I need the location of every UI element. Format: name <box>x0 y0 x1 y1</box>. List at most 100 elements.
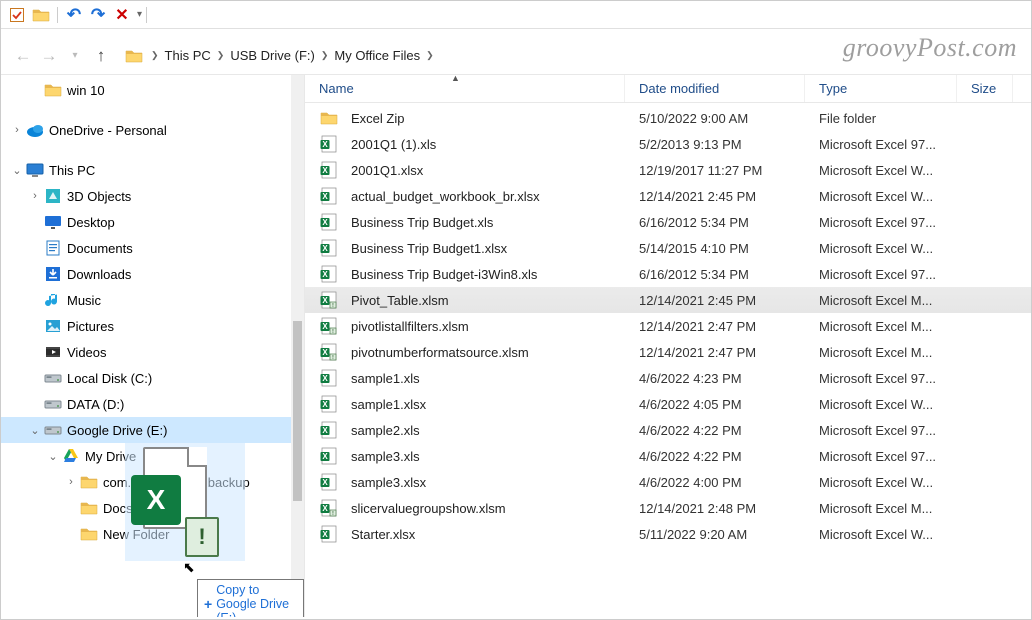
breadcrumb-item[interactable]: USB Drive (F:) <box>230 48 315 63</box>
file-name: sample3.xlsx <box>351 475 426 490</box>
tree-expander-icon[interactable]: › <box>27 190 43 202</box>
xlsm-icon <box>319 290 339 310</box>
breadcrumb-chevron-icon[interactable]: ❯ <box>321 50 329 61</box>
tree-expander-icon[interactable]: ⌄ <box>9 164 25 177</box>
breadcrumb-chevron-icon[interactable]: ❯ <box>217 50 225 61</box>
file-date-cell: 6/16/2012 5:34 PM <box>625 267 805 282</box>
nav-scrollbar[interactable] <box>291 75 304 617</box>
xls-icon <box>319 446 339 466</box>
tree-item[interactable]: Music <box>1 287 291 313</box>
tree-item-label: Downloads <box>67 267 131 282</box>
breadcrumb-item[interactable]: This PC <box>165 48 211 63</box>
tree-item[interactable]: Pictures <box>1 313 291 339</box>
folder-icon[interactable] <box>31 5 51 25</box>
breadcrumb-bar[interactable]: ❯ This PC ❯ USB Drive (F:) ❯ My Office F… <box>119 43 1021 69</box>
tree-item-label: Videos <box>67 345 107 360</box>
file-name: sample1.xlsx <box>351 397 426 412</box>
file-row[interactable]: sample1.xls4/6/2022 4:23 PMMicrosoft Exc… <box>305 365 1031 391</box>
tree-item-label: win 10 <box>67 83 105 98</box>
column-header-date[interactable]: Date modified <box>625 75 805 102</box>
breadcrumb-chevron-icon[interactable]: ❯ <box>426 50 434 61</box>
drive-icon <box>43 368 63 388</box>
column-header-type[interactable]: Type <box>805 75 957 102</box>
file-name: sample3.xls <box>351 449 420 464</box>
tree-item[interactable]: ⌄This PC <box>1 157 291 183</box>
file-row[interactable]: Starter.xlsx5/11/2022 9:20 AMMicrosoft E… <box>305 521 1031 547</box>
tree-item[interactable]: ⌄Google Drive (E:) <box>1 417 291 443</box>
tree-item[interactable]: › OneDrive - Personal <box>1 117 291 143</box>
breadcrumb-item[interactable]: My Office Files <box>334 48 420 63</box>
delete-button[interactable]: ✕ <box>112 5 132 25</box>
file-row[interactable]: Excel Zip5/10/2022 9:00 AMFile folder <box>305 105 1031 131</box>
file-name-cell: actual_budget_workbook_br.xlsx <box>305 186 625 206</box>
file-row[interactable]: Business Trip Budget1.xlsx5/14/2015 4:10… <box>305 235 1031 261</box>
tree-expander-icon[interactable]: ⌄ <box>27 424 43 437</box>
tree-item[interactable]: ⌄My Drive <box>1 443 291 469</box>
customize-toolbar-chevron[interactable]: ▾ <box>137 9 142 20</box>
plus-icon: + <box>204 596 212 612</box>
file-name-cell: Business Trip Budget.xls <box>305 212 625 232</box>
breadcrumb-chevron-icon[interactable]: ❯ <box>151 50 159 61</box>
file-name: Excel Zip <box>351 111 404 126</box>
file-type-cell: Microsoft Excel W... <box>805 241 957 256</box>
file-type-cell: Microsoft Excel W... <box>805 527 957 542</box>
tree-expander-icon[interactable]: › <box>9 124 25 136</box>
nav-up-button[interactable]: ↑ <box>89 44 113 68</box>
file-name: sample1.xls <box>351 371 420 386</box>
file-row[interactable]: pivotnumberformatsource.xlsm12/14/2021 2… <box>305 339 1031 365</box>
tree-expander-icon[interactable]: ⌄ <box>45 450 61 463</box>
sort-indicator-icon: ▲ <box>451 75 460 83</box>
file-row[interactable]: Business Trip Budget-i3Win8.xls6/16/2012… <box>305 261 1031 287</box>
tree-item-label: OneDrive - Personal <box>49 123 167 138</box>
tree-item[interactable]: New Folder <box>1 521 291 547</box>
tree-item[interactable]: Local Disk (C:) <box>1 365 291 391</box>
tree-item[interactable]: win 10 <box>1 77 291 103</box>
tree-item[interactable]: Docs <box>1 495 291 521</box>
file-name: pivotnumberformatsource.xlsm <box>351 345 529 360</box>
tree-item[interactable]: ›com.koushikdutta.backup <box>1 469 291 495</box>
undo-button[interactable]: ↶ <box>64 5 84 25</box>
file-row[interactable]: Business Trip Budget.xls6/16/2012 5:34 P… <box>305 209 1031 235</box>
xlsm-icon <box>319 342 339 362</box>
file-row[interactable]: sample2.xls4/6/2022 4:22 PMMicrosoft Exc… <box>305 417 1031 443</box>
nav-forward-button[interactable]: → <box>37 44 61 68</box>
file-row[interactable]: actual_budget_workbook_br.xlsx12/14/2021… <box>305 183 1031 209</box>
file-row[interactable]: 2001Q1.xlsx12/19/2017 11:27 PMMicrosoft … <box>305 157 1031 183</box>
file-row[interactable]: sample3.xlsx4/6/2022 4:00 PMMicrosoft Ex… <box>305 469 1031 495</box>
tree-item[interactable]: ›3D Objects <box>1 183 291 209</box>
xlsx-icon <box>319 238 339 258</box>
nav-history-chevron[interactable]: ▾ <box>63 44 87 68</box>
copy-tooltip: + Copy to Google Drive (E:) <box>197 579 304 617</box>
xls-icon <box>319 420 339 440</box>
column-header-name[interactable]: Name <box>305 75 625 102</box>
xls-icon <box>319 264 339 284</box>
tree-item[interactable]: Documents <box>1 235 291 261</box>
file-list-pane: ▲ Name Date modified Type Size Excel Zip… <box>305 75 1031 617</box>
file-name-cell: Excel Zip <box>305 108 625 128</box>
tree-expander-icon[interactable]: › <box>63 476 79 488</box>
file-row[interactable]: Pivot_Table.xlsm12/14/2021 2:45 PMMicros… <box>305 287 1031 313</box>
xlsx-icon <box>319 394 339 414</box>
file-name-cell: sample2.xls <box>305 420 625 440</box>
folder-icon <box>79 524 99 544</box>
file-row[interactable]: pivotlistallfilters.xlsm12/14/2021 2:47 … <box>305 313 1031 339</box>
file-row[interactable]: 2001Q1 (1).xls5/2/2013 9:13 PMMicrosoft … <box>305 131 1031 157</box>
scrollbar-thumb[interactable] <box>293 321 302 501</box>
autosave-checkbox-icon[interactable] <box>7 5 27 25</box>
tree-item[interactable]: DATA (D:) <box>1 391 291 417</box>
redo-button[interactable]: ↷ <box>88 5 108 25</box>
nav-back-button[interactable]: ← <box>11 44 35 68</box>
file-name: 2001Q1 (1).xls <box>351 137 436 152</box>
file-row[interactable]: sample3.xls4/6/2022 4:22 PMMicrosoft Exc… <box>305 443 1031 469</box>
tree-item[interactable]: Desktop <box>1 209 291 235</box>
drive-icon <box>43 394 63 414</box>
file-row[interactable]: slicervaluegroupshow.xlsm12/14/2021 2:48… <box>305 495 1031 521</box>
xlsm-icon <box>319 316 339 336</box>
tree-item[interactable]: Videos <box>1 339 291 365</box>
tree-item[interactable]: Downloads <box>1 261 291 287</box>
file-name: 2001Q1.xlsx <box>351 163 423 178</box>
documents-icon <box>43 238 63 258</box>
column-header-size[interactable]: Size <box>957 75 1013 102</box>
file-name-cell: Pivot_Table.xlsm <box>305 290 625 310</box>
file-row[interactable]: sample1.xlsx4/6/2022 4:05 PMMicrosoft Ex… <box>305 391 1031 417</box>
